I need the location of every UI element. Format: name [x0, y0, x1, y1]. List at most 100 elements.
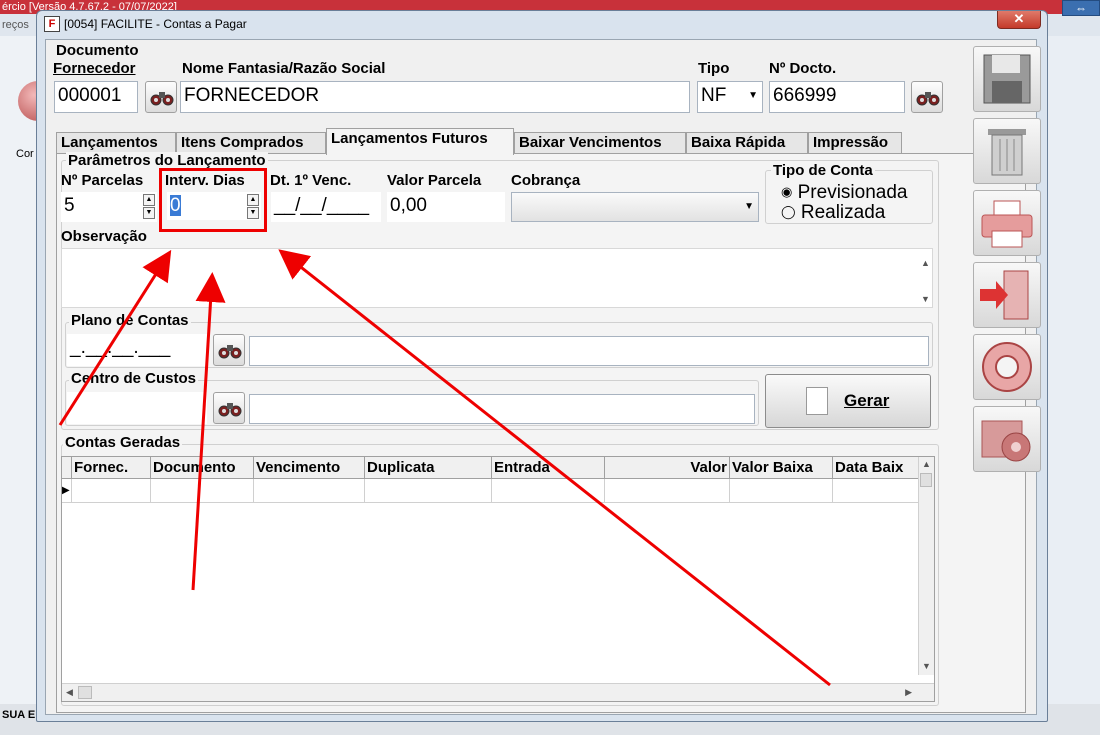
col-duplicata[interactable]: Duplicata — [365, 457, 492, 479]
highlight-box — [159, 168, 267, 232]
type-select-value: NF — [701, 85, 727, 106]
installments-spinner[interactable]: ▲ ▼ — [143, 194, 155, 220]
notes-textarea[interactable] — [61, 248, 933, 308]
generated-accounts-table[interactable]: Fornec. Documento Vencimento Duplicata E… — [61, 456, 935, 702]
chart-of-accounts-search-button[interactable] — [213, 334, 245, 366]
chart-of-accounts-description — [249, 336, 929, 366]
scroll-left-icon[interactable]: ◀ — [66, 687, 73, 698]
scroll-up-icon[interactable]: ▲ — [922, 459, 931, 469]
document-new-icon — [806, 387, 828, 415]
table-cell[interactable] — [605, 479, 730, 503]
restore-icon[interactable]: ⇔ — [1062, 0, 1100, 16]
supplier-name-input[interactable]: FORNECEDOR — [180, 81, 690, 113]
radio-previsionada-label: Previsionada — [797, 182, 908, 203]
installments-label: Nº Parcelas — [61, 172, 144, 189]
exit-door-icon — [980, 270, 1029, 320]
cost-center-code-input[interactable] — [67, 392, 207, 424]
printer-icon — [981, 200, 1033, 248]
tab-lancamentos[interactable]: Lançamentos — [56, 132, 176, 154]
settings-button[interactable] — [973, 406, 1041, 472]
lifebuoy-icon — [982, 342, 1032, 392]
help-button[interactable] — [973, 334, 1041, 400]
spin-up-icon[interactable]: ▲ — [143, 194, 155, 206]
radio-realizada-label: Realizada — [800, 202, 886, 223]
radio-realizada[interactable]: ◯ Realizada — [781, 202, 885, 224]
close-button[interactable]: ✕ — [997, 11, 1041, 29]
doc-number-label: Nº Docto. — [769, 60, 837, 77]
tab-lancamentos-futuros[interactable]: Lançamentos Futuros — [326, 128, 514, 155]
col-documento[interactable]: Documento — [151, 457, 254, 479]
col-fornec[interactable]: Fornec. — [72, 457, 151, 479]
delete-button[interactable] — [973, 118, 1041, 184]
radio-previsionada[interactable]: ◉ Previsionada — [781, 182, 907, 204]
cost-center-search-button[interactable] — [213, 392, 245, 424]
type-label: Tipo — [698, 60, 730, 77]
tab-itens-comprados[interactable]: Itens Comprados — [176, 132, 326, 154]
cost-center-title: Centro de Custos — [69, 370, 199, 387]
col-vencimento[interactable]: Vencimento — [254, 457, 365, 479]
binoculars-icon — [916, 92, 940, 106]
col-data-baixa[interactable]: Data Baix — [833, 457, 919, 479]
window-client-area: Documento Fornecedor 000001 Nome Fantasi… — [45, 39, 1041, 715]
doc-search-button[interactable] — [911, 81, 943, 113]
binoculars-icon — [218, 345, 242, 359]
row-pointer-icon: ▶ — [62, 479, 72, 503]
table-vertical-scrollbar[interactable]: ▲ ▼ — [918, 457, 934, 675]
name-label: Nome Fantasia/Razão Social — [182, 60, 386, 77]
generated-accounts-title: Contas Geradas — [63, 434, 183, 451]
spin-down-icon[interactable]: ▼ — [143, 207, 155, 219]
table-cell[interactable] — [365, 479, 492, 503]
supplier-code-input[interactable]: 000001 — [54, 81, 138, 113]
contas-a-pagar-window: F [0054] FACILITE - Contas a Pagar ✕ Doc… — [36, 10, 1048, 722]
table-cell[interactable] — [492, 479, 605, 503]
save-button[interactable] — [973, 46, 1041, 112]
trash-icon — [988, 129, 1026, 176]
print-button[interactable] — [973, 190, 1041, 256]
col-valor-baixa[interactable]: Valor Baixa — [730, 457, 833, 479]
table-cell[interactable] — [72, 479, 151, 503]
generate-button[interactable]: Gerar — [765, 374, 931, 428]
notes-label: Observação — [61, 228, 147, 245]
chart-of-accounts-code-input[interactable]: _.__.__.___ — [67, 334, 207, 366]
supplier-search-button[interactable] — [145, 81, 177, 113]
table-row[interactable]: ▶ — [62, 479, 934, 503]
account-type-title: Tipo de Conta — [771, 162, 875, 179]
tab-impressao[interactable]: Impressão — [808, 132, 902, 154]
table-horizontal-scrollbar[interactable]: ◀ ▶ — [62, 683, 934, 701]
type-select[interactable]: NF ▼ — [697, 81, 763, 113]
window-title: [0054] FACILITE - Contas a Pagar — [64, 17, 247, 31]
tab-baixa-rapida[interactable]: Baixa Rápida — [686, 132, 808, 154]
scroll-thumb[interactable] — [920, 473, 932, 487]
window-titlebar[interactable]: F [0054] FACILITE - Contas a Pagar ✕ — [37, 11, 1047, 37]
installment-value-input[interactable]: 0,00 — [387, 192, 505, 222]
binoculars-icon — [150, 92, 174, 106]
installment-value-label: Valor Parcela — [387, 172, 482, 189]
table-cell[interactable] — [833, 479, 919, 503]
billing-select[interactable]: ▼ — [511, 192, 759, 222]
radio-selected-icon: ◉ — [781, 184, 793, 199]
col-valor[interactable]: Valor — [605, 457, 730, 479]
scroll-right-icon[interactable]: ▶ — [905, 687, 912, 698]
scroll-down-icon[interactable]: ▼ — [922, 661, 931, 671]
scroll-thumb[interactable] — [78, 686, 92, 699]
background-menu-item[interactable]: reços — [2, 19, 29, 31]
scroll-down-icon[interactable]: ▼ — [921, 294, 930, 304]
supplier-label: Fornecedor — [53, 60, 136, 77]
doc-number-input[interactable]: 666999 — [769, 81, 905, 113]
exit-button[interactable] — [973, 262, 1041, 328]
document-section-label: Documento — [56, 42, 139, 59]
first-due-label: Dt. 1º Venc. — [270, 172, 352, 189]
table-cell[interactable] — [151, 479, 254, 503]
col-entrada[interactable]: Entrada — [492, 457, 605, 479]
background-sidebar: Cor — [0, 36, 58, 716]
table-cell[interactable] — [730, 479, 833, 503]
scroll-up-icon[interactable]: ▲ — [921, 258, 930, 268]
first-due-input[interactable]: __/__/____ — [271, 192, 381, 222]
chevron-down-icon: ▼ — [744, 201, 754, 212]
billing-label: Cobrança — [511, 172, 581, 189]
save-icon — [983, 54, 1031, 104]
background-side-label: Cor — [16, 148, 34, 160]
radio-unselected-icon: ◯ — [781, 204, 796, 219]
tab-baixar-vencimentos[interactable]: Baixar Vencimentos — [514, 132, 686, 154]
table-cell[interactable] — [254, 479, 365, 503]
